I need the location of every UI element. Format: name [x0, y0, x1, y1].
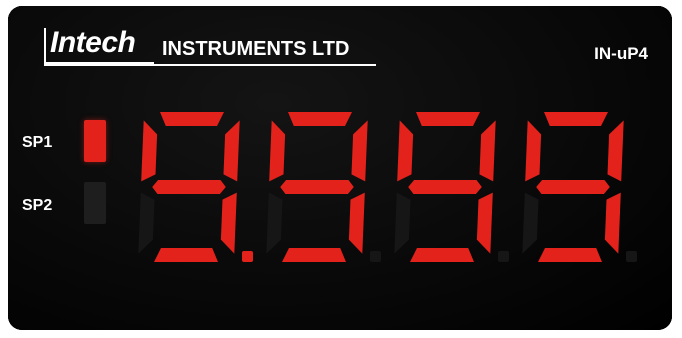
sp2-label: SP2	[22, 197, 53, 214]
segment-c	[348, 192, 365, 254]
brand-name: Intech	[50, 26, 136, 59]
brand-underline	[44, 64, 376, 66]
segment-b	[351, 120, 368, 182]
sp1-label: SP1	[22, 134, 53, 151]
segment-e	[266, 192, 283, 254]
display-digit	[266, 112, 381, 262]
sp1-indicator-led	[84, 120, 106, 162]
segment-g	[536, 180, 610, 194]
segment-c	[220, 192, 237, 254]
segment-g	[280, 180, 354, 194]
display-digit	[394, 112, 509, 262]
segment-e	[522, 192, 539, 254]
segment-a	[544, 112, 608, 126]
segment-d	[282, 248, 346, 262]
segment-g	[408, 180, 482, 194]
model-label: IN-uP4	[594, 44, 648, 63]
segment-f	[397, 120, 414, 182]
segment-e	[394, 192, 411, 254]
segment-a	[416, 112, 480, 126]
segment-a	[160, 112, 224, 126]
segment-c	[604, 192, 621, 254]
segment-c	[476, 192, 493, 254]
segment-d	[410, 248, 474, 262]
segment-e	[138, 192, 155, 254]
segment-f	[269, 120, 286, 182]
segment-f	[525, 120, 542, 182]
decimal-point	[626, 251, 637, 262]
display-digit	[138, 112, 253, 262]
decimal-point	[370, 251, 381, 262]
segment-b	[223, 120, 240, 182]
display-digit	[522, 112, 637, 262]
brand-subtitle: INSTRUMENTS LTD	[162, 38, 350, 60]
segment-b	[479, 120, 496, 182]
segment-d	[154, 248, 218, 262]
sp2-indicator-led	[84, 182, 106, 224]
meter-bezel: Intech INSTRUMENTS LTD IN-uP4 SP1 SP2	[8, 6, 672, 330]
decimal-point	[498, 251, 509, 262]
segment-b	[607, 120, 624, 182]
segment-d	[538, 248, 602, 262]
decimal-point	[242, 251, 253, 262]
segment-a	[288, 112, 352, 126]
segment-f	[141, 120, 158, 182]
segment-g	[152, 180, 226, 194]
seven-segment-display	[124, 106, 664, 266]
